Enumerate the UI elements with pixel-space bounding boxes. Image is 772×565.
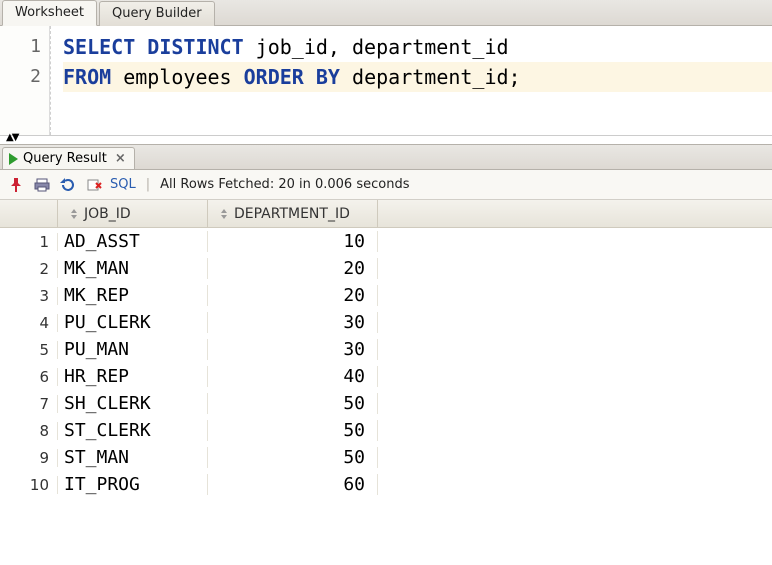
table-row[interactable]: 9ST_MAN50 (0, 444, 772, 471)
cell-job-id[interactable]: AD_ASST (58, 231, 208, 252)
row-number: 7 (0, 395, 58, 413)
result-tabs: Query Result × (0, 144, 772, 170)
cell-job-id[interactable]: MK_REP (58, 285, 208, 306)
column-label: DEPARTMENT_ID (234, 206, 350, 222)
code-line[interactable]: SELECT DISTINCT job_id, department_id (63, 32, 772, 62)
cell-job-id[interactable]: SH_CLERK (58, 393, 208, 414)
tab-worksheet[interactable]: Worksheet (2, 0, 97, 26)
sort-icon (218, 208, 230, 220)
refresh-icon (60, 177, 76, 193)
row-number: 3 (0, 287, 58, 305)
sql-editor[interactable]: 12 SELECT DISTINCT job_id, department_id… (0, 26, 772, 136)
row-number: 8 (0, 422, 58, 440)
cell-department-id[interactable]: 10 (208, 231, 378, 252)
cancel-button[interactable] (84, 175, 104, 195)
cell-job-id[interactable]: PU_MAN (58, 339, 208, 360)
table-row[interactable]: 5PU_MAN30 (0, 336, 772, 363)
table-row[interactable]: 2MK_MAN20 (0, 255, 772, 282)
column-header-job-id[interactable]: JOB_ID (58, 200, 208, 227)
table-row[interactable]: 4PU_CLERK30 (0, 309, 772, 336)
pin-icon (8, 177, 24, 193)
grid-body: 1AD_ASST102MK_MAN203MK_REP204PU_CLERK305… (0, 228, 772, 498)
code-line[interactable]: FROM employees ORDER BY department_id; (63, 62, 772, 92)
row-number: 2 (0, 260, 58, 278)
row-number-header[interactable] (0, 200, 58, 227)
print-button[interactable] (32, 175, 52, 195)
print-icon (34, 177, 50, 193)
cell-job-id[interactable]: ST_CLERK (58, 420, 208, 441)
row-number: 1 (0, 233, 58, 251)
sql-link[interactable]: SQL (110, 177, 136, 192)
table-row[interactable]: 7SH_CLERK50 (0, 390, 772, 417)
separator: | (142, 177, 154, 192)
line-number: 1 (0, 32, 41, 62)
cell-department-id[interactable]: 40 (208, 366, 378, 387)
cell-department-id[interactable]: 30 (208, 312, 378, 333)
cell-department-id[interactable]: 60 (208, 474, 378, 495)
cell-job-id[interactable]: ST_MAN (58, 447, 208, 468)
table-row[interactable]: 6HR_REP40 (0, 363, 772, 390)
cell-department-id[interactable]: 50 (208, 393, 378, 414)
cell-job-id[interactable]: MK_MAN (58, 258, 208, 279)
tab-query-result[interactable]: Query Result × (2, 147, 135, 169)
grid-header: JOB_ID DEPARTMENT_ID (0, 200, 772, 228)
cell-department-id[interactable]: 50 (208, 420, 378, 441)
row-number: 9 (0, 449, 58, 467)
cell-department-id[interactable]: 50 (208, 447, 378, 468)
line-number: 2 (0, 62, 41, 92)
column-header-department-id[interactable]: DEPARTMENT_ID (208, 200, 378, 227)
cell-department-id[interactable]: 20 (208, 258, 378, 279)
row-number: 10 (0, 476, 58, 494)
run-icon (9, 153, 18, 165)
splitter[interactable]: ▲▼ (0, 136, 772, 144)
cell-job-id[interactable]: IT_PROG (58, 474, 208, 495)
refresh-button[interactable] (58, 175, 78, 195)
editor-code-area[interactable]: SELECT DISTINCT job_id, department_idFRO… (50, 26, 772, 135)
row-number: 4 (0, 314, 58, 332)
cell-job-id[interactable]: HR_REP (58, 366, 208, 387)
cancel-icon (86, 177, 102, 193)
column-label: JOB_ID (84, 206, 131, 222)
table-row[interactable]: 10IT_PROG60 (0, 471, 772, 498)
pin-button[interactable] (6, 175, 26, 195)
editor-gutter: 12 (0, 26, 50, 135)
cell-department-id[interactable]: 20 (208, 285, 378, 306)
cell-job-id[interactable]: PU_CLERK (58, 312, 208, 333)
result-tab-label: Query Result (23, 151, 107, 166)
table-row[interactable]: 1AD_ASST10 (0, 228, 772, 255)
editor-tabs: Worksheet Query Builder (0, 0, 772, 26)
result-toolbar: SQL | All Rows Fetched: 20 in 0.006 seco… (0, 170, 772, 200)
close-icon[interactable]: × (115, 151, 126, 166)
result-grid: JOB_ID DEPARTMENT_ID 1AD_ASST102MK_MAN20… (0, 200, 772, 498)
table-row[interactable]: 8ST_CLERK50 (0, 417, 772, 444)
tab-query-builder[interactable]: Query Builder (99, 1, 215, 26)
sort-icon (68, 208, 80, 220)
row-number: 6 (0, 368, 58, 386)
status-text: All Rows Fetched: 20 in 0.006 seconds (160, 177, 409, 192)
table-row[interactable]: 3MK_REP20 (0, 282, 772, 309)
row-number: 5 (0, 341, 58, 359)
splitter-handle-icon: ▲▼ (6, 132, 17, 143)
cell-department-id[interactable]: 30 (208, 339, 378, 360)
